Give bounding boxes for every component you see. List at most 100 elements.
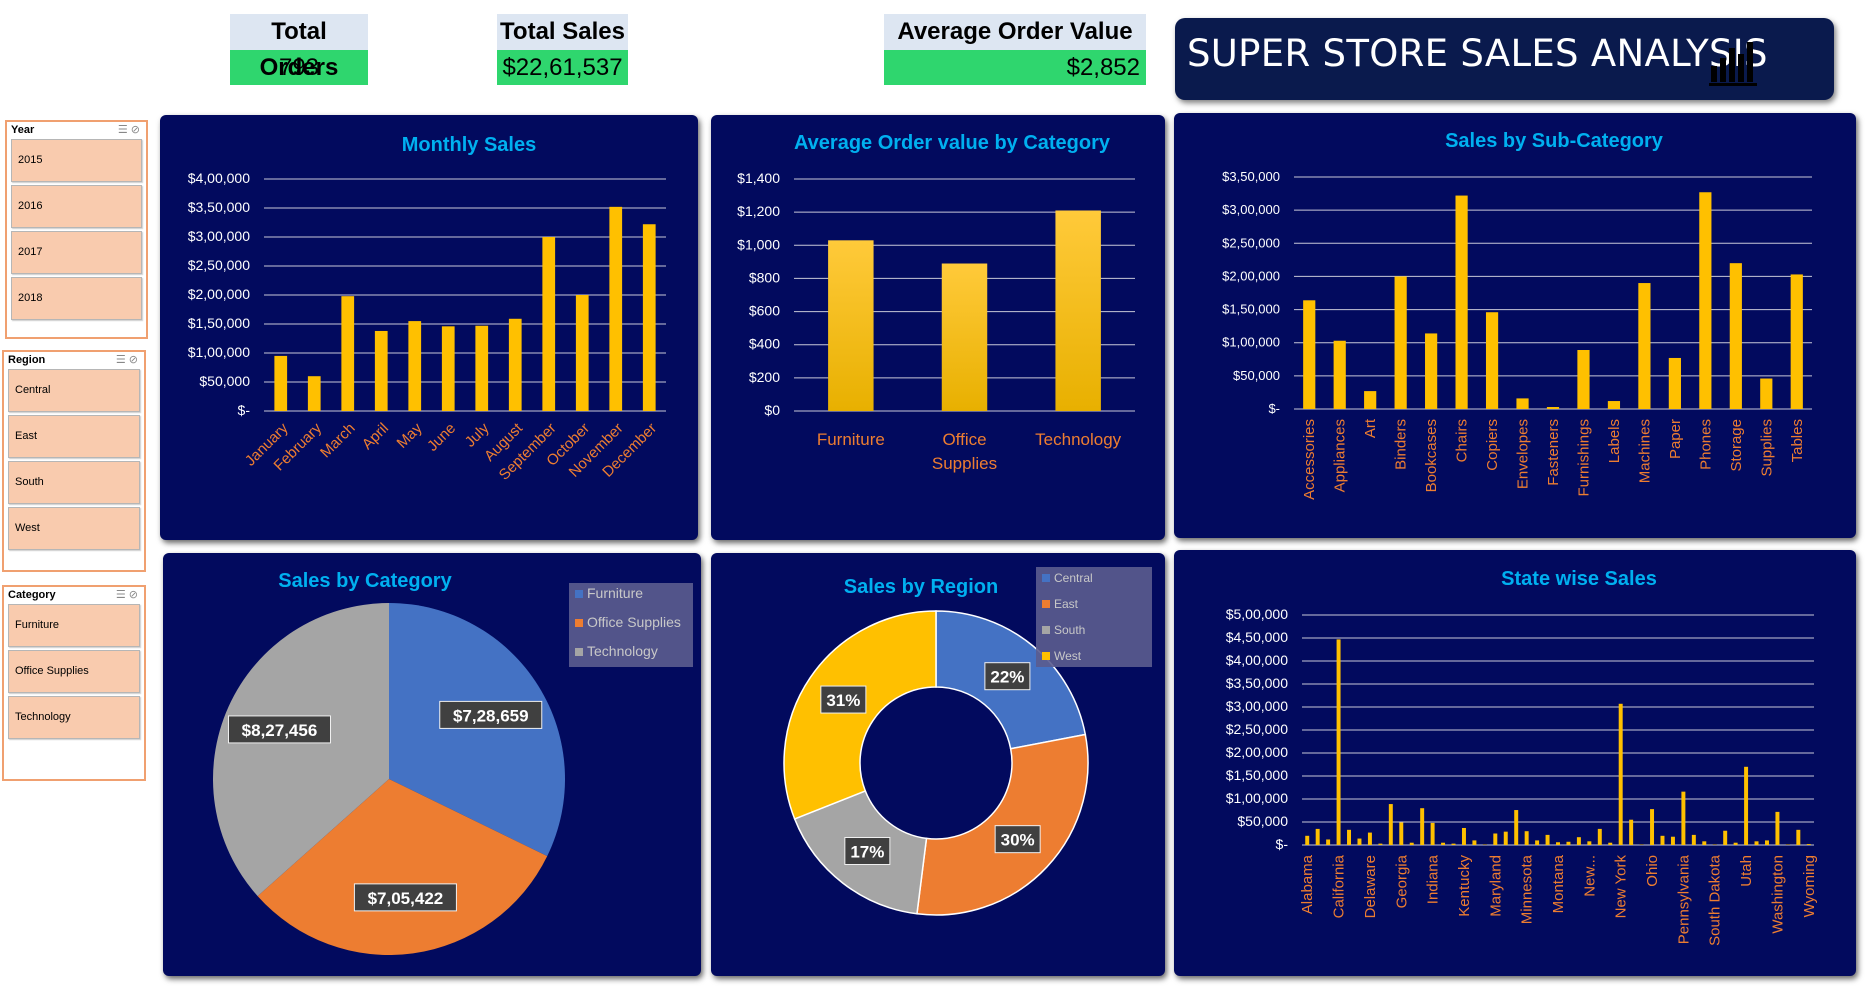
bar [1347, 829, 1352, 845]
chart-title: State wise Sales [1501, 568, 1657, 590]
clear-filter-icon[interactable]: ⊘ [129, 589, 138, 601]
data-label: 31% [826, 691, 860, 710]
y-tick-label: $3,50,000 [1222, 169, 1280, 184]
x-tick-label: Supplies [1758, 419, 1775, 477]
y-tick-label: $200 [749, 369, 780, 385]
panel-region-donut: Sales by Region 22% 30% 17% 31% Central East So… [711, 553, 1165, 976]
bar [1315, 828, 1320, 845]
clear-filter-icon[interactable]: ⊘ [131, 124, 140, 136]
y-tick-label: $3,00,000 [1222, 202, 1280, 217]
x-tick-label: Delaware [1362, 855, 1379, 918]
slicer-item[interactable]: Technology [8, 696, 140, 739]
y-tick-label: $50,000 [199, 373, 250, 389]
bar [1336, 639, 1341, 845]
x-tick-label: Montana [1550, 854, 1567, 913]
y-tick-label: $600 [749, 303, 780, 319]
y-tick-label: $- [238, 402, 251, 418]
x-tick-label: Wyoming [1801, 855, 1818, 917]
x-tick-label: Art [1362, 418, 1379, 438]
x-tick-label: Labels [1606, 419, 1623, 463]
slicer-item[interactable]: West [8, 507, 140, 550]
subcategory-sales-chart: Sales by Sub-Category $- $50,000 $1,00,000 $… [1222, 130, 1812, 500]
pie-slice [783, 610, 937, 820]
slicer-category-title: Category [8, 589, 56, 601]
dashboard-title: SUPER STORE SALES ANALYSIS [1187, 32, 1768, 75]
bar [1516, 398, 1529, 409]
legend-label: Furniture [587, 585, 643, 601]
kpi-total-orders: Total Orders 793 [230, 14, 368, 85]
bar [1333, 340, 1346, 409]
bar [307, 376, 321, 411]
y-tick-label: $0 [764, 402, 780, 418]
y-tick-label: $1,50,000 [1222, 302, 1280, 317]
bar [1503, 831, 1508, 845]
clear-filter-icon[interactable]: ⊘ [129, 354, 138, 366]
y-tick-label: $2,50,000 [1226, 721, 1288, 737]
bar [1660, 835, 1665, 845]
bar [1668, 357, 1681, 409]
multi-select-icon[interactable]: ☰ [116, 589, 126, 601]
slicer-item[interactable]: East [8, 415, 140, 458]
data-label: 30% [1001, 831, 1035, 850]
bar [609, 206, 623, 411]
y-tick-label: $- [1276, 836, 1289, 852]
legend-label: West [1054, 649, 1082, 663]
bar [1425, 333, 1438, 409]
chart-title: Sales by Region [844, 576, 999, 598]
slicer-item[interactable]: 2017 [11, 231, 142, 274]
y-tick-label: $800 [749, 269, 780, 285]
bar [1577, 350, 1590, 409]
y-tick-label: $3,00,000 [188, 228, 250, 244]
y-tick-label: $3,50,000 [1226, 675, 1288, 691]
x-tick-label: Tables [1789, 419, 1806, 462]
bar [1618, 703, 1623, 845]
y-tick-label: $1,00,000 [1222, 335, 1280, 350]
multi-select-icon[interactable]: ☰ [118, 124, 128, 136]
legend-label: South [1054, 623, 1085, 637]
x-tick-label: Machines [1636, 419, 1653, 483]
y-tick-label: $4,50,000 [1226, 629, 1288, 645]
kpi-total-orders-label: Total Orders [230, 14, 368, 81]
slicer-item[interactable]: 2016 [11, 185, 142, 228]
slicer-item[interactable]: Furniture [8, 604, 140, 647]
legend-label: Technology [587, 643, 658, 659]
slicer-item[interactable]: 2018 [11, 277, 142, 320]
bar [508, 318, 522, 411]
x-tick-label: Copiers [1484, 419, 1501, 471]
x-tick-label: Maryland [1487, 855, 1504, 917]
x-tick-label: Georgia [1393, 854, 1410, 908]
y-tick-label: $400 [749, 336, 780, 352]
bar [1723, 830, 1728, 845]
bar-chart-icon [1709, 42, 1757, 86]
slicer-region: Region ☰ ⊘ Central East South West [2, 350, 146, 572]
bar [1472, 840, 1477, 845]
bar [1587, 841, 1592, 845]
bar [1608, 842, 1613, 845]
chart-title: Monthly Sales [402, 134, 536, 156]
bar [1733, 842, 1738, 845]
slicer-item[interactable]: 2015 [11, 139, 142, 182]
x-tick-label: Binders [1393, 419, 1410, 470]
bar [1364, 391, 1377, 409]
x-tick-label: Furnishings [1575, 419, 1592, 497]
bar [1524, 831, 1529, 845]
data-label: 17% [850, 842, 884, 861]
bar [1681, 791, 1686, 845]
bar [1729, 263, 1742, 409]
slicer-item[interactable]: South [8, 461, 140, 504]
bar [1760, 378, 1773, 409]
legend-swatch [575, 619, 583, 627]
x-tick-label: Technology [1035, 430, 1122, 449]
slicer-item[interactable]: Central [8, 369, 140, 412]
multi-select-icon[interactable]: ☰ [116, 354, 126, 366]
slicer-item[interactable]: Office Supplies [8, 650, 140, 693]
bar [1806, 844, 1811, 845]
bar [1305, 835, 1310, 845]
bar [642, 224, 656, 411]
legend-swatch [1042, 652, 1050, 660]
bar [274, 355, 288, 411]
bar [1796, 829, 1801, 845]
data-label: $7,05,422 [368, 889, 444, 908]
bar [1545, 834, 1550, 845]
panel-monthly-sales: Monthly Sales $- $50,000 $1,00,000 $1,50,000… [160, 115, 698, 540]
